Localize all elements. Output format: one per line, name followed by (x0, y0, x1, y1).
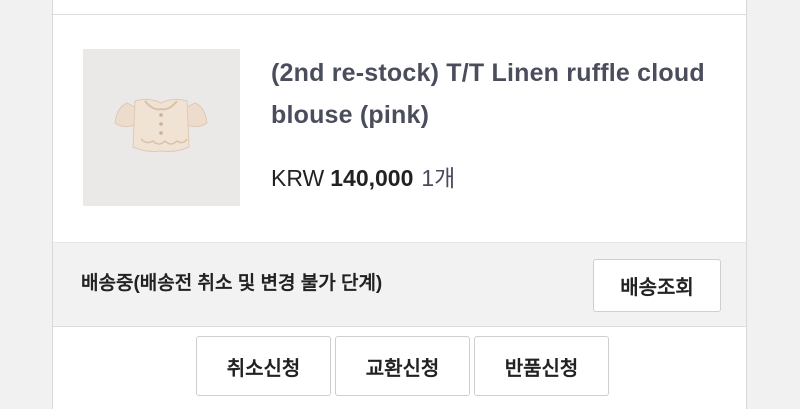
order-item-card: (2nd re-stock) T/T Linen ruffle cloud bl… (52, 0, 747, 409)
product-title[interactable]: (2nd re-stock) T/T Linen ruffle cloud bl… (271, 52, 711, 136)
product-thumbnail[interactable] (83, 49, 240, 206)
exchange-request-button[interactable]: 교환신청 (335, 336, 470, 396)
shipping-status-bar: 배송중(배송전 취소 및 변경 불가 단계) 배송조회 (53, 242, 746, 327)
cancel-request-button[interactable]: 취소신청 (196, 336, 331, 396)
return-request-button[interactable]: 반품신청 (474, 336, 609, 396)
divider (53, 14, 746, 15)
quantity: 1개 (421, 165, 456, 191)
price-amount: 140,000 (330, 165, 414, 191)
blouse-image (83, 49, 240, 206)
price-row: KRW 140,000 1개 (271, 160, 455, 196)
track-delivery-button[interactable]: 배송조회 (593, 259, 721, 312)
currency: KRW (271, 165, 325, 191)
shipping-status-text: 배송중(배송전 취소 및 변경 불가 단계) (81, 273, 383, 294)
